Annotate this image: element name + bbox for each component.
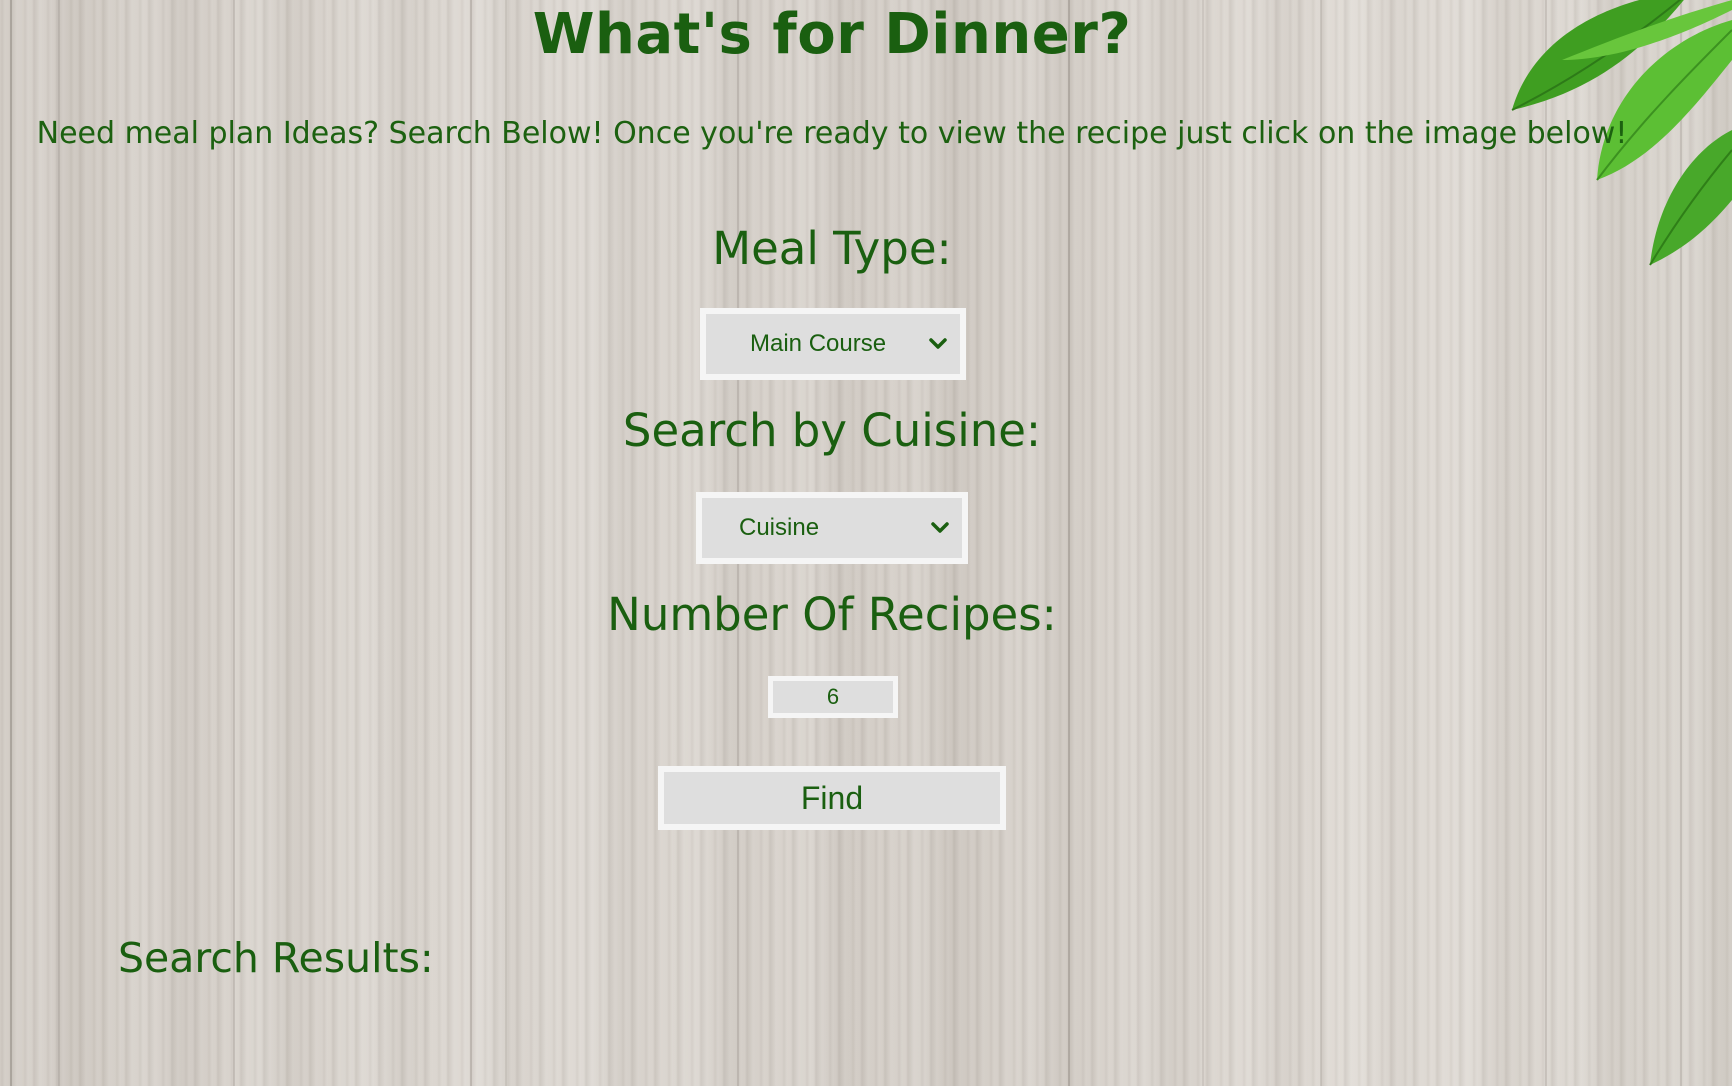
wood-grain xyxy=(58,0,60,1086)
wood-grain xyxy=(470,0,472,1086)
wood-grain xyxy=(505,0,507,1086)
meal-type-selected-value: Main Course xyxy=(750,330,887,357)
search-results-list xyxy=(118,1000,1618,1080)
meal-type-select[interactable]: Main Course xyxy=(700,308,966,380)
meal-type-label: Meal Type: xyxy=(712,222,952,275)
chevron-down-icon xyxy=(929,338,947,349)
wood-grain xyxy=(10,0,12,1086)
recipe-count-input[interactable]: 6 xyxy=(768,676,898,718)
search-results-heading: Search Results: xyxy=(118,934,434,982)
cuisine-label: Search by Cuisine: xyxy=(622,404,1042,457)
wood-grain xyxy=(1068,0,1070,1086)
chevron-down-icon xyxy=(931,522,949,533)
page-title: What's for Dinner? xyxy=(532,2,1132,67)
find-button[interactable]: Find xyxy=(658,766,1006,830)
cuisine-select[interactable]: Cuisine xyxy=(696,492,968,564)
wood-grain xyxy=(1320,0,1322,1086)
intro-text: Need meal plan Ideas? Search Below! Once… xyxy=(36,116,1628,151)
cuisine-selected-value: Cuisine xyxy=(739,514,820,541)
wood-grain xyxy=(1202,0,1204,1086)
wood-grain xyxy=(233,0,235,1086)
recipe-count-label: Number Of Recipes: xyxy=(607,588,1057,641)
